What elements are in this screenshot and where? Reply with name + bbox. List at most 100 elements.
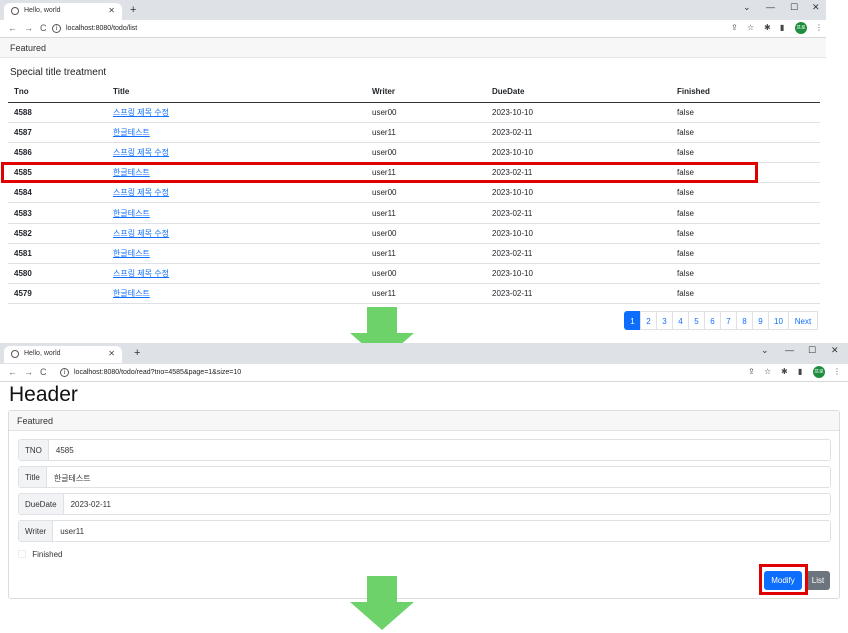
duedate-field[interactable]: 2023-02-11 [64,494,111,514]
avatar[interactable]: 프로 [795,22,807,34]
page-link-10[interactable]: 10 [768,311,789,330]
info-icon[interactable]: i [60,368,69,377]
todo-title-link[interactable]: 한글테스트 [113,249,150,258]
highlight-box-row-4585 [1,162,758,183]
forward-button[interactable]: → [24,23,33,33]
maximize-button[interactable]: ☐ [790,2,798,13]
column-header-title: Title [107,82,366,103]
cell-writer: user00 [366,182,486,204]
page-link-4[interactable]: 4 [672,311,689,330]
side-panel-icon[interactable]: ▮ [798,367,802,376]
maximize-button[interactable]: ☐ [808,345,816,356]
share-icon[interactable]: ⇪ [748,367,755,376]
tab-bar: Hello, world ✕ + ⌄ — ☐ ✕ [0,343,848,364]
page-link-2[interactable]: 2 [640,311,657,330]
cell-tno: 4587 [8,122,107,143]
highlight-box-modify-button [759,564,808,595]
close-window-button[interactable]: ✕ [812,2,820,13]
kebab-menu-icon[interactable]: ⋮ [815,23,823,32]
table-row: 4584 스프링 제목 수정 user00 2023-10-10 false [8,182,820,204]
info-icon[interactable]: i [52,24,61,33]
cell-finished: false [671,223,820,244]
back-button[interactable]: ← [8,23,17,33]
browser-tab[interactable]: Hello, world ✕ [4,346,122,363]
bookmark-star-icon[interactable]: ☆ [747,23,754,32]
share-icon[interactable]: ⇪ [731,23,738,32]
cell-duedate: 2023-02-11 [486,202,671,224]
column-header-duedate: DueDate [486,82,671,103]
tab-menu-icon[interactable]: ⌄ [761,345,769,356]
cell-duedate: 2023-10-10 [486,182,671,204]
list-button[interactable]: List [806,571,830,590]
todo-title-link[interactable]: 스프링 제목 수정 [113,229,169,238]
cell-finished: false [671,243,820,265]
kebab-menu-icon[interactable]: ⋮ [833,367,841,376]
cell-tno: 4583 [8,202,107,224]
card-header: Featured [0,38,826,58]
cell-writer: user11 [366,122,486,143]
page-link-7[interactable]: 7 [720,311,737,330]
minimize-button[interactable]: — [766,2,775,12]
finished-checkbox[interactable] [18,550,26,558]
todo-title-link[interactable]: 스프링 제목 수정 [113,269,169,278]
todo-title-link[interactable]: 스프링 제목 수정 [113,188,169,197]
close-tab-icon[interactable]: ✕ [108,349,115,358]
page-link-6[interactable]: 6 [704,311,721,330]
table-row: 4587 한글테스트 user11 2023-02-11 false [8,122,820,143]
minimize-button[interactable]: — [785,345,794,355]
cell-writer: user11 [366,243,486,265]
url-field[interactable]: i localhost:8080/todo/list [52,22,137,36]
down-arrow-icon [350,576,414,631]
cell-tno: 4579 [8,283,107,305]
bookmark-star-icon[interactable]: ☆ [764,367,771,376]
todo-title-link[interactable]: 한글테스트 [113,289,150,298]
cell-writer: user00 [366,263,486,285]
todo-title-link[interactable]: 한글테스트 [113,128,150,137]
tab-bar: Hello, world ✕ + ⌄ — ☐ ✕ [0,0,826,20]
writer-field[interactable]: user11 [53,521,84,541]
card-header: Featured [9,411,839,431]
cell-duedate: 2023-02-11 [486,122,671,143]
duedate-input-group: DueDate 2023-02-11 [18,493,831,515]
cell-writer: user11 [366,283,486,305]
extensions-icon[interactable]: ✱ [764,23,771,32]
cell-finished: false [671,102,820,123]
page-link-3[interactable]: 3 [656,311,673,330]
todo-title-link[interactable]: 스프링 제목 수정 [113,148,169,157]
tab-menu-icon[interactable]: ⌄ [743,2,751,13]
column-header-writer: Writer [366,82,486,103]
browser-tab[interactable]: Hello, world ✕ [4,3,122,20]
table-row: 4581 한글테스트 user11 2023-02-11 false [8,243,820,265]
page-link-9[interactable]: 9 [752,311,769,330]
todo-title-link[interactable]: 스프링 제목 수정 [113,108,169,117]
forward-button[interactable]: → [24,367,33,377]
reload-button[interactable]: C [40,23,47,33]
page-link-8[interactable]: 8 [736,311,753,330]
title-field[interactable]: 한글테스트 [47,467,91,487]
cell-duedate: 2023-10-10 [486,102,671,123]
avatar[interactable]: 프로 [813,366,825,378]
table-row: 4588 스프링 제목 수정 user00 2023-10-10 false [8,102,820,123]
close-window-button[interactable]: ✕ [831,345,839,356]
title-label: Title [19,467,47,487]
cell-writer: user00 [366,142,486,164]
cell-finished: false [671,142,820,164]
url-field[interactable]: i localhost:8080/todo/read?tno=4585&page… [60,366,241,380]
back-button[interactable]: ← [8,367,17,377]
todo-table: Tno Title Writer DueDate Finished 4588 스프… [8,82,820,305]
page-link-5[interactable]: 5 [688,311,705,330]
tno-field[interactable]: 4585 [49,440,74,460]
table-row: 4579 한글테스트 user11 2023-02-11 false [8,283,820,305]
side-panel-icon[interactable]: ▮ [780,23,784,32]
page-link-next[interactable]: Next [788,311,818,330]
close-tab-icon[interactable]: ✕ [108,6,115,15]
extensions-icon[interactable]: ✱ [781,367,788,376]
cell-duedate: 2023-10-10 [486,223,671,244]
cell-finished: false [671,263,820,285]
reload-button[interactable]: C [40,367,47,377]
read-window: Hello, world ✕ + ⌄ — ☐ ✕ ← → C i localho… [0,343,848,601]
todo-title-link[interactable]: 한글테스트 [113,209,150,218]
page-link-1[interactable]: 1 [624,311,641,330]
new-tab-button[interactable]: + [134,347,140,359]
new-tab-button[interactable]: + [130,4,136,16]
